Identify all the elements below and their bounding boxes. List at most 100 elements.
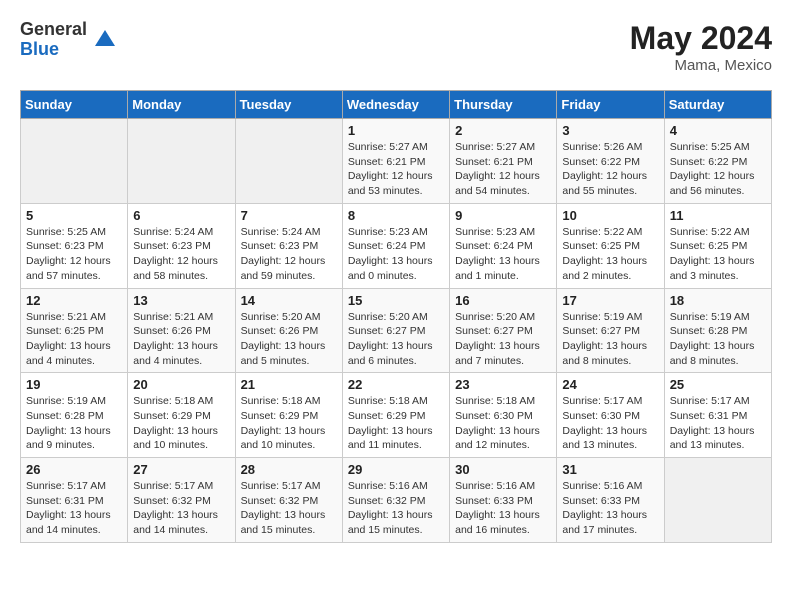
calendar-cell: 26 Sunrise: 5:17 AM Sunset: 6:31 PM Dayli… bbox=[21, 458, 128, 543]
day-info: Sunrise: 5:24 AM Sunset: 6:23 PM Dayligh… bbox=[133, 225, 229, 284]
day-number: 12 bbox=[26, 293, 122, 308]
day-number: 15 bbox=[348, 293, 444, 308]
day-number: 24 bbox=[562, 377, 658, 392]
day-info: Sunrise: 5:17 AM Sunset: 6:32 PM Dayligh… bbox=[241, 479, 337, 538]
calendar-cell: 27 Sunrise: 5:17 AM Sunset: 6:32 PM Dayli… bbox=[128, 458, 235, 543]
day-number: 29 bbox=[348, 462, 444, 477]
calendar-cell bbox=[21, 119, 128, 204]
day-number: 26 bbox=[26, 462, 122, 477]
calendar-header-row: SundayMondayTuesdayWednesdayThursdayFrid… bbox=[21, 91, 772, 119]
weekday-header: Wednesday bbox=[342, 91, 449, 119]
calendar-week-row: 26 Sunrise: 5:17 AM Sunset: 6:31 PM Dayli… bbox=[21, 458, 772, 543]
calendar-cell: 17 Sunrise: 5:19 AM Sunset: 6:27 PM Dayli… bbox=[557, 288, 664, 373]
calendar-cell: 4Sunrise: 5:25 AM Sunset: 6:22 PM Daylig… bbox=[664, 119, 771, 204]
day-info: Sunrise: 5:27 AM Sunset: 6:21 PM Dayligh… bbox=[455, 140, 551, 199]
day-info: Sunrise: 5:18 AM Sunset: 6:29 PM Dayligh… bbox=[133, 394, 229, 453]
day-info: Sunrise: 5:20 AM Sunset: 6:26 PM Dayligh… bbox=[241, 310, 337, 369]
location: Mama, Mexico bbox=[630, 57, 772, 74]
day-info: Sunrise: 5:26 AM Sunset: 6:22 PM Dayligh… bbox=[562, 140, 658, 199]
day-info: Sunrise: 5:17 AM Sunset: 6:31 PM Dayligh… bbox=[26, 479, 122, 538]
calendar-cell: 22Sunrise: 5:18 AM Sunset: 6:29 PM Dayli… bbox=[342, 373, 449, 458]
calendar-week-row: 5Sunrise: 5:25 AM Sunset: 6:23 PM Daylig… bbox=[21, 203, 772, 288]
weekday-header: Saturday bbox=[664, 91, 771, 119]
day-info: Sunrise: 5:19 AM Sunset: 6:27 PM Dayligh… bbox=[562, 310, 658, 369]
day-number: 9 bbox=[455, 208, 551, 223]
day-number: 10 bbox=[562, 208, 658, 223]
weekday-header: Tuesday bbox=[235, 91, 342, 119]
day-info: Sunrise: 5:16 AM Sunset: 6:33 PM Dayligh… bbox=[562, 479, 658, 538]
calendar-cell: 28 Sunrise: 5:17 AM Sunset: 6:32 PM Dayli… bbox=[235, 458, 342, 543]
day-info: Sunrise: 5:24 AM Sunset: 6:23 PM Dayligh… bbox=[241, 225, 337, 284]
day-info: Sunrise: 5:18 AM Sunset: 6:29 PM Dayligh… bbox=[241, 394, 337, 453]
day-info: Sunrise: 5:17 AM Sunset: 6:30 PM Dayligh… bbox=[562, 394, 658, 453]
logo: General Blue bbox=[20, 20, 119, 60]
calendar-cell: 11Sunrise: 5:22 AM Sunset: 6:25 PM Dayli… bbox=[664, 203, 771, 288]
day-info: Sunrise: 5:16 AM Sunset: 6:33 PM Dayligh… bbox=[455, 479, 551, 538]
day-info: Sunrise: 5:22 AM Sunset: 6:25 PM Dayligh… bbox=[562, 225, 658, 284]
day-info: Sunrise: 5:18 AM Sunset: 6:30 PM Dayligh… bbox=[455, 394, 551, 453]
calendar-cell: 5Sunrise: 5:25 AM Sunset: 6:23 PM Daylig… bbox=[21, 203, 128, 288]
calendar-cell: 23 Sunrise: 5:18 AM Sunset: 6:30 PM Dayli… bbox=[450, 373, 557, 458]
calendar-cell: 30Sunrise: 5:16 AM Sunset: 6:33 PM Dayli… bbox=[450, 458, 557, 543]
calendar-table: SundayMondayTuesdayWednesdayThursdayFrid… bbox=[20, 90, 772, 543]
weekday-header: Thursday bbox=[450, 91, 557, 119]
calendar-week-row: 1 Sunrise: 5:27 AM Sunset: 6:21 PM Daylig… bbox=[21, 119, 772, 204]
day-number: 5 bbox=[26, 208, 122, 223]
month-year: May 2024 bbox=[630, 20, 772, 57]
day-number: 7 bbox=[241, 208, 337, 223]
calendar-cell: 10 Sunrise: 5:22 AM Sunset: 6:25 PM Dayli… bbox=[557, 203, 664, 288]
logo-general: General bbox=[20, 20, 87, 40]
title-block: May 2024 Mama, Mexico bbox=[630, 20, 772, 74]
calendar-cell: 9 Sunrise: 5:23 AM Sunset: 6:24 PM Daylig… bbox=[450, 203, 557, 288]
calendar-cell: 15Sunrise: 5:20 AM Sunset: 6:27 PM Dayli… bbox=[342, 288, 449, 373]
day-info: Sunrise: 5:17 AM Sunset: 6:31 PM Dayligh… bbox=[670, 394, 766, 453]
day-number: 27 bbox=[133, 462, 229, 477]
day-number: 11 bbox=[670, 208, 766, 223]
day-number: 17 bbox=[562, 293, 658, 308]
calendar-cell bbox=[235, 119, 342, 204]
day-info: Sunrise: 5:23 AM Sunset: 6:24 PM Dayligh… bbox=[455, 225, 551, 284]
calendar-cell: 20Sunrise: 5:18 AM Sunset: 6:29 PM Dayli… bbox=[128, 373, 235, 458]
calendar-cell: 14 Sunrise: 5:20 AM Sunset: 6:26 PM Dayli… bbox=[235, 288, 342, 373]
day-number: 6 bbox=[133, 208, 229, 223]
day-number: 25 bbox=[670, 377, 766, 392]
day-number: 3 bbox=[562, 123, 658, 138]
day-info: Sunrise: 5:27 AM Sunset: 6:21 PM Dayligh… bbox=[348, 140, 444, 199]
day-number: 31 bbox=[562, 462, 658, 477]
day-number: 19 bbox=[26, 377, 122, 392]
calendar-week-row: 19 Sunrise: 5:19 AM Sunset: 6:28 PM Dayli… bbox=[21, 373, 772, 458]
calendar-cell: 24 Sunrise: 5:17 AM Sunset: 6:30 PM Dayli… bbox=[557, 373, 664, 458]
day-number: 28 bbox=[241, 462, 337, 477]
calendar-cell: 25 Sunrise: 5:17 AM Sunset: 6:31 PM Dayli… bbox=[664, 373, 771, 458]
logo-icon bbox=[91, 26, 119, 54]
weekday-header: Sunday bbox=[21, 91, 128, 119]
day-info: Sunrise: 5:19 AM Sunset: 6:28 PM Dayligh… bbox=[26, 394, 122, 453]
logo-text: General Blue bbox=[20, 20, 87, 60]
day-info: Sunrise: 5:17 AM Sunset: 6:32 PM Dayligh… bbox=[133, 479, 229, 538]
calendar-cell: 6 Sunrise: 5:24 AM Sunset: 6:23 PM Daylig… bbox=[128, 203, 235, 288]
calendar-cell bbox=[128, 119, 235, 204]
day-info: Sunrise: 5:19 AM Sunset: 6:28 PM Dayligh… bbox=[670, 310, 766, 369]
day-number: 1 bbox=[348, 123, 444, 138]
calendar-cell: 21 Sunrise: 5:18 AM Sunset: 6:29 PM Dayli… bbox=[235, 373, 342, 458]
day-number: 8 bbox=[348, 208, 444, 223]
day-number: 22 bbox=[348, 377, 444, 392]
calendar-cell: 8 Sunrise: 5:23 AM Sunset: 6:24 PM Daylig… bbox=[342, 203, 449, 288]
day-info: Sunrise: 5:25 AM Sunset: 6:22 PM Dayligh… bbox=[670, 140, 766, 199]
day-info: Sunrise: 5:20 AM Sunset: 6:27 PM Dayligh… bbox=[455, 310, 551, 369]
day-number: 23 bbox=[455, 377, 551, 392]
calendar-cell bbox=[664, 458, 771, 543]
calendar-week-row: 12 Sunrise: 5:21 AM Sunset: 6:25 PM Dayli… bbox=[21, 288, 772, 373]
day-number: 21 bbox=[241, 377, 337, 392]
calendar-cell: 2Sunrise: 5:27 AM Sunset: 6:21 PM Daylig… bbox=[450, 119, 557, 204]
day-number: 13 bbox=[133, 293, 229, 308]
calendar-cell: 1 Sunrise: 5:27 AM Sunset: 6:21 PM Daylig… bbox=[342, 119, 449, 204]
day-number: 14 bbox=[241, 293, 337, 308]
calendar-cell: 7 Sunrise: 5:24 AM Sunset: 6:23 PM Daylig… bbox=[235, 203, 342, 288]
calendar-cell: 16Sunrise: 5:20 AM Sunset: 6:27 PM Dayli… bbox=[450, 288, 557, 373]
calendar-cell: 18Sunrise: 5:19 AM Sunset: 6:28 PM Dayli… bbox=[664, 288, 771, 373]
day-info: Sunrise: 5:21 AM Sunset: 6:26 PM Dayligh… bbox=[133, 310, 229, 369]
calendar-cell: 31 Sunrise: 5:16 AM Sunset: 6:33 PM Dayli… bbox=[557, 458, 664, 543]
day-info: Sunrise: 5:23 AM Sunset: 6:24 PM Dayligh… bbox=[348, 225, 444, 284]
day-info: Sunrise: 5:21 AM Sunset: 6:25 PM Dayligh… bbox=[26, 310, 122, 369]
